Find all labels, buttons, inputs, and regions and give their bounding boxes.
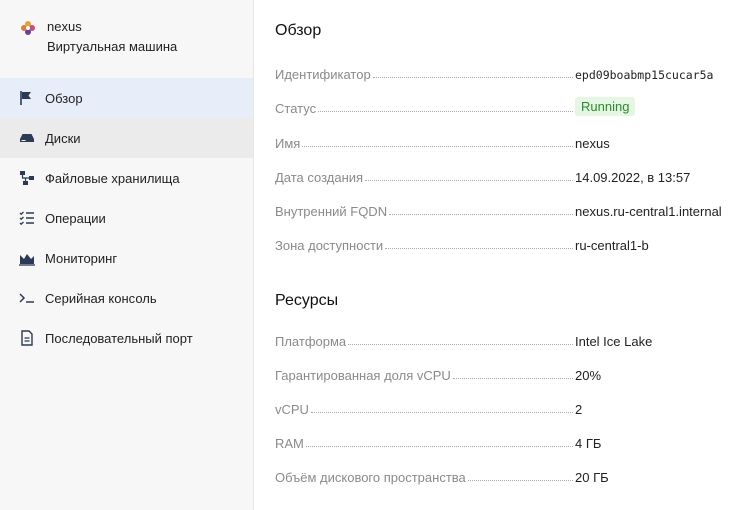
info-row-created: Дата создания 14.09.2022, в 13:57 [275,165,735,185]
info-value[interactable]: nexus.ru-central1.internal [575,204,722,219]
info-row-fqdn: Внутренний FQDN nexus.ru-central1.intern… [275,199,735,219]
vm-logo-icon [20,20,36,36]
section-title-overview: Обзор [275,22,322,39]
sidebar-item-serial-console[interactable]: Серийная консоль [0,278,253,318]
status-value: Running [575,97,636,116]
dotted-leader [372,77,573,78]
file-storage-icon [18,169,36,187]
sidebar-item-label: Операции [45,210,106,226]
sidebar-item-label: Обзор [45,90,83,106]
sidebar-item-operations[interactable]: Операции [0,198,253,238]
sidebar-item-overview[interactable]: Обзор [0,78,253,118]
info-value[interactable]: 4 ГБ [575,436,601,451]
dotted-leader [302,146,574,147]
document-icon [18,329,36,347]
sidebar-item-label: Последовательный порт [45,330,193,346]
info-row-name: Имя nexus [275,131,735,151]
sidebar-item-monitoring[interactable]: Мониторинг [0,238,253,278]
flag-icon [18,89,36,107]
vm-type: Виртуальная машина [47,39,178,54]
info-value[interactable]: 20 ГБ [575,470,609,485]
info-label: Платформа [275,334,347,349]
info-label: Зона доступности [275,238,384,253]
dotted-leader [467,480,573,481]
info-label: Гарантированная доля vCPU [275,368,451,383]
info-row-vcpu: vCPU 2 [275,397,735,417]
info-value[interactable]: nexus [575,136,610,151]
sidebar-item-file-storages[interactable]: Файловые хранилища [0,158,253,198]
info-label: Внутренний FQDN [275,204,388,219]
sidebar-nav: Обзор Диски Файловые хранилища Операции … [0,78,253,358]
info-value[interactable]: Intel Ice Lake [575,334,652,349]
monitoring-chart-icon [18,249,36,267]
info-row-zone: Зона доступности ru-central1-b [275,233,735,253]
dotted-leader [389,214,574,215]
terminal-icon [18,289,36,307]
section-title-resources: Ресурсы [275,292,339,309]
info-value[interactable]: 20% [575,368,601,383]
sidebar-item-disks[interactable]: Диски [0,118,253,158]
sidebar-item-label: Диски [45,130,81,146]
dotted-leader [452,378,573,379]
sidebar-item-label: Мониторинг [45,250,118,266]
info-row-status: Статус Running [275,96,735,116]
info-row-disk-space: Объём дискового пространства 20 ГБ [275,465,735,485]
info-label: Дата создания [275,170,364,185]
info-value[interactable]: ru-central1-b [575,238,649,253]
sidebar-item-label: Файловые хранилища [45,170,180,186]
dotted-leader [348,344,574,345]
info-label: RAM [275,436,304,451]
info-label: Идентификатор [275,67,371,82]
info-label: Объём дискового пространства [275,470,466,485]
info-value[interactable]: epd09boabmp15cucar5a [575,68,713,82]
vm-name: nexus [47,19,82,34]
info-value[interactable]: 14.09.2022, в 13:57 [575,170,690,185]
sidebar: nexus Виртуальная машина Обзор Диски Фай… [0,0,254,510]
sidebar-item-serial-port[interactable]: Последовательный порт [0,318,253,358]
disk-icon [18,129,36,147]
info-row-platform: Платформа Intel Ice Lake [275,329,735,349]
info-row-ram: RAM 4 ГБ [275,431,735,451]
info-value[interactable]: 2 [575,402,582,417]
info-row-vcpu-share: Гарантированная доля vCPU 20% [275,363,735,383]
dotted-leader [305,446,573,447]
info-row-id: Идентификатор epd09boabmp15cucar5a [275,62,735,82]
dotted-leader [365,180,574,181]
dotted-leader [318,111,574,112]
info-label: Имя [275,136,301,151]
info-label: vCPU [275,402,309,417]
info-label: Статус [275,101,317,116]
operations-list-icon [18,209,36,227]
dotted-leader [310,412,573,413]
sidebar-item-label: Серийная консоль [45,290,157,306]
status-badge: Running [575,97,636,116]
dotted-leader [385,248,574,249]
